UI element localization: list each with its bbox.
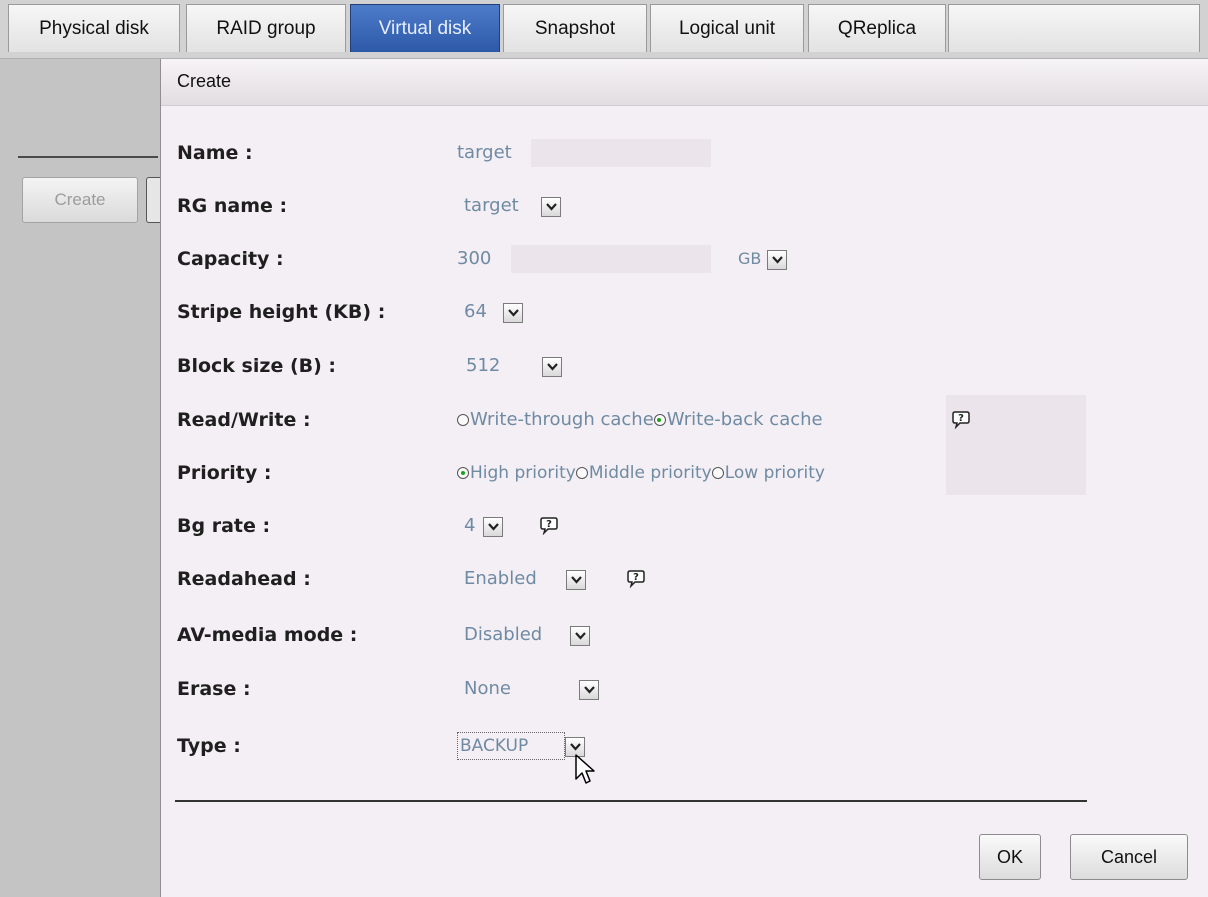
write-back-radio[interactable]: Write-back cache — [653, 409, 823, 430]
stripe-height-label: Stripe height (KB) : — [177, 301, 386, 323]
priority-radio-group: High priority Middle priority Low priority — [457, 453, 825, 493]
block-size-label: Block size (B) : — [177, 355, 337, 377]
sidebar: Create — [0, 59, 161, 897]
name-row: Name : target — [161, 133, 1208, 173]
panel-title: Create — [177, 71, 232, 91]
priority-row: Priority : High priority Middle priority L… — [161, 453, 1208, 493]
cancel-button[interactable]: Cancel — [1070, 834, 1188, 880]
write-back-label: Write-back cache — [666, 409, 823, 430]
chevron-down-icon[interactable] — [541, 197, 561, 217]
help-icon[interactable]: ? — [951, 409, 971, 430]
capacity-label: Capacity : — [177, 248, 284, 270]
high-priority-label: High priority — [470, 463, 576, 483]
stripe-height-row: Stripe height (KB) : 64 — [161, 292, 1208, 332]
radio-selected-icon — [653, 414, 666, 426]
readahead-row: Readahead : Enabled ? — [161, 559, 1208, 599]
sidebar-next-button[interactable] — [146, 177, 160, 223]
priority-label: Priority : — [177, 462, 272, 484]
tab-filler — [948, 4, 1200, 52]
tab-virtual-disk[interactable]: Virtual disk — [350, 4, 500, 52]
read-write-label: Read/Write : — [177, 409, 311, 431]
chevron-down-icon[interactable] — [570, 626, 590, 646]
capacity-unit-select[interactable]: GB — [738, 239, 761, 279]
mouse-pointer-icon — [575, 754, 595, 784]
read-write-radio-group: Write-through cache Write-back cache — [457, 400, 823, 440]
ok-button[interactable]: OK — [979, 834, 1041, 880]
write-through-radio[interactable]: Write-through cache — [457, 409, 654, 430]
bg-rate-select[interactable]: 4 — [464, 506, 475, 546]
name-input[interactable]: target — [457, 133, 512, 173]
capacity-input-bg — [511, 245, 711, 273]
block-size-select[interactable]: 512 — [466, 346, 500, 386]
av-media-mode-select[interactable]: Disabled — [464, 615, 542, 655]
middle-priority-label: Middle priority — [588, 463, 712, 483]
read-write-row: Read/Write : Write-through cache Write-ba… — [161, 400, 1208, 440]
high-priority-radio[interactable]: High priority — [457, 463, 576, 483]
tab-bar: Physical disk RAID group Virtual disk Sn… — [0, 0, 1208, 59]
chevron-down-icon[interactable] — [579, 680, 599, 700]
chevron-down-icon[interactable] — [483, 517, 503, 537]
svg-text:?: ? — [546, 519, 552, 530]
create-panel: Create Name : target RG name : target Ca… — [161, 59, 1208, 897]
chevron-down-icon[interactable] — [503, 303, 523, 323]
erase-row: Erase : None — [161, 669, 1208, 709]
type-select[interactable]: BACKUP — [460, 726, 528, 766]
erase-select[interactable]: None — [464, 669, 511, 709]
chevron-down-icon[interactable] — [542, 357, 562, 377]
sidebar-create-button[interactable]: Create — [22, 177, 138, 223]
av-media-mode-row: AV-media mode : Disabled — [161, 615, 1208, 655]
tab-raid-group[interactable]: RAID group — [186, 4, 346, 52]
rg-name-row: RG name : target — [161, 186, 1208, 226]
rg-name-select[interactable]: target — [464, 186, 519, 226]
chevron-down-icon[interactable] — [767, 250, 787, 270]
stripe-height-select[interactable]: 64 — [464, 292, 487, 332]
tab-physical-disk[interactable]: Physical disk — [8, 4, 180, 52]
type-label: Type : — [177, 735, 241, 757]
write-through-label: Write-through cache — [470, 409, 654, 430]
bg-rate-row: Bg rate : 4 ? — [161, 506, 1208, 546]
radio-icon — [575, 467, 588, 479]
radio-selected-icon — [457, 467, 469, 479]
name-label: Name : — [177, 142, 253, 164]
name-input-bg — [531, 139, 711, 167]
rg-name-label: RG name : — [177, 195, 288, 217]
tab-qreplica[interactable]: QReplica — [808, 4, 946, 52]
av-media-mode-label: AV-media mode : — [177, 624, 358, 646]
panel-header: Create — [161, 59, 1208, 106]
readahead-select[interactable]: Enabled — [464, 559, 537, 599]
type-row: Type : BACKUP — [161, 726, 1208, 766]
middle-priority-radio[interactable]: Middle priority — [575, 463, 712, 483]
erase-label: Erase : — [177, 678, 251, 700]
low-priority-label: Low priority — [724, 463, 825, 483]
svg-text:?: ? — [633, 572, 639, 583]
form-separator — [175, 800, 1087, 802]
readahead-label: Readahead : — [177, 568, 311, 590]
capacity-input[interactable]: 300 — [457, 239, 491, 279]
low-priority-radio[interactable]: Low priority — [711, 463, 825, 483]
radio-icon — [711, 467, 724, 479]
help-icon[interactable]: ? — [539, 515, 559, 536]
block-size-row: Block size (B) : 512 — [161, 346, 1208, 386]
chevron-down-icon[interactable] — [566, 570, 586, 590]
capacity-row: Capacity : 300 GB — [161, 239, 1208, 279]
tab-snapshot[interactable]: Snapshot — [503, 4, 647, 52]
radio-icon — [457, 414, 469, 426]
tab-logical-unit[interactable]: Logical unit — [650, 4, 804, 52]
help-icon[interactable]: ? — [626, 568, 646, 589]
sidebar-divider — [18, 156, 158, 158]
bg-rate-label: Bg rate : — [177, 515, 271, 537]
svg-text:?: ? — [958, 413, 964, 424]
